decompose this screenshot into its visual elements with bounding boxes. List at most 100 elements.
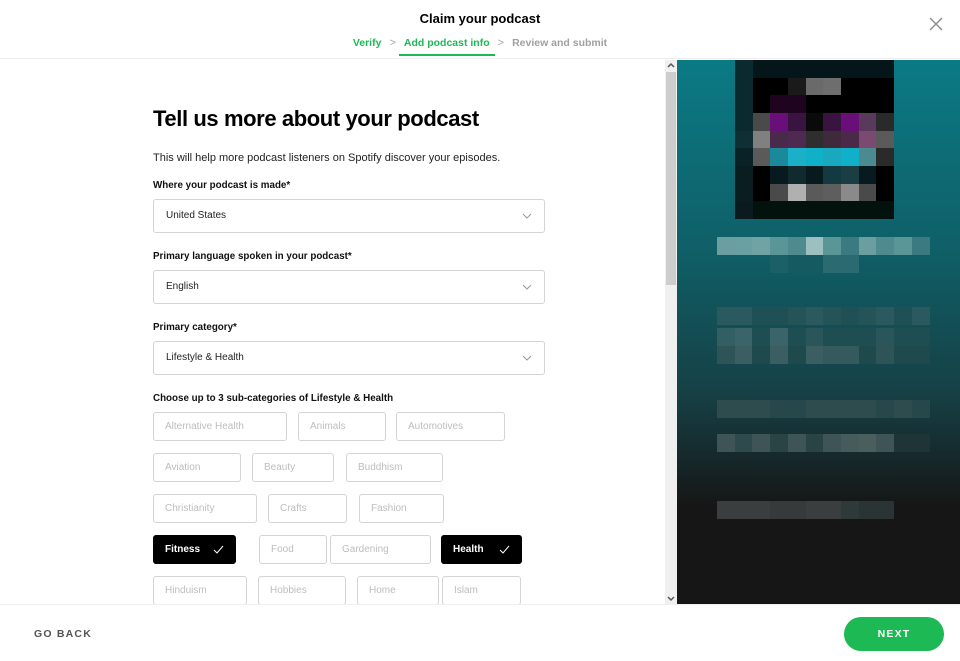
subcategory-chip[interactable]: Health	[441, 535, 522, 564]
cover-pixel	[770, 201, 789, 220]
subcategory-chip-label: Hinduism	[165, 585, 207, 596]
cover-pixel	[823, 77, 842, 96]
cover-pixel	[805, 130, 824, 149]
cover-pixel	[805, 166, 824, 184]
preview-text-blur	[823, 237, 842, 255]
subcategory-chip[interactable]: Animals	[298, 412, 386, 441]
preview-text-blur	[805, 255, 824, 273]
step-review-and-submit: Review and submit	[512, 37, 608, 49]
cover-pixel	[876, 166, 895, 184]
cover-pixel	[770, 60, 789, 78]
podcast-preview-panel	[677, 60, 960, 604]
chevron-down-icon	[522, 284, 532, 290]
cover-pixel	[876, 183, 895, 202]
cover-pixel	[788, 148, 806, 167]
scroll-up-arrow-icon[interactable]	[665, 60, 677, 71]
category-label: Primary category*	[153, 322, 237, 333]
preview-text-blur	[840, 400, 859, 418]
next-button[interactable]: NEXT	[844, 617, 944, 651]
preview-text-blur	[840, 328, 859, 346]
preview-text-blur	[858, 346, 877, 364]
preview-text-blur	[876, 307, 895, 325]
preview-text-blur	[770, 328, 789, 346]
preview-text-blur	[734, 400, 753, 418]
subcategory-chip[interactable]: Alternative Health	[153, 412, 287, 441]
preview-text-blur	[911, 328, 930, 346]
cover-pixel	[770, 113, 789, 131]
preview-text-blur	[840, 237, 859, 255]
preview-text-blur	[911, 307, 930, 325]
subcategory-chip[interactable]: Crafts	[268, 494, 347, 523]
subcategory-chip[interactable]: Hobbies	[258, 576, 346, 604]
preview-text-blur	[752, 434, 771, 452]
subcategory-chip[interactable]: Beauty	[252, 453, 334, 482]
chevron-down-icon	[522, 213, 532, 219]
subcategory-chip[interactable]: Food	[259, 535, 327, 564]
cover-pixel	[805, 201, 824, 220]
category-select[interactable]: Lifestyle & Health	[153, 341, 545, 375]
preview-text-blur	[787, 307, 806, 325]
cover-pixel	[876, 201, 895, 220]
cover-pixel	[823, 95, 842, 114]
preview-text-blur	[805, 237, 824, 255]
subcategory-chip[interactable]: Fashion	[359, 494, 444, 523]
step-add-podcast-info[interactable]: Add podcast info	[398, 37, 495, 56]
preview-text-blur	[770, 346, 789, 364]
subcategory-chip[interactable]: Aviation	[153, 453, 241, 482]
subcategory-chip[interactable]: Buddhism	[346, 453, 443, 482]
subcategory-chip-label: Health	[453, 544, 484, 555]
podcast-cover-image	[735, 60, 895, 220]
cover-pixel	[735, 130, 753, 149]
preview-text-blur	[805, 328, 824, 346]
country-select[interactable]: United States	[153, 199, 545, 233]
cover-pixel	[823, 60, 842, 78]
subcategory-chip[interactable]: Hinduism	[153, 576, 247, 604]
subcategory-chip[interactable]: Fitness	[153, 535, 236, 564]
preview-text-blur	[894, 307, 912, 325]
cover-pixel	[788, 60, 806, 78]
scroll-down-arrow-icon[interactable]	[665, 593, 677, 604]
preview-text-blur	[858, 434, 877, 452]
subcategory-chip-label: Animals	[310, 421, 346, 432]
scrollbar-thumb[interactable]	[666, 72, 676, 285]
cover-pixel	[770, 166, 789, 184]
subcategory-chip[interactable]: Christianity	[153, 494, 257, 523]
preview-text-blur	[876, 400, 895, 418]
preview-text-blur	[858, 307, 877, 325]
preview-text-blur	[894, 346, 912, 364]
preview-text-blur	[717, 400, 735, 418]
subcategory-chip-label: Hobbies	[270, 585, 307, 596]
language-select[interactable]: English	[153, 270, 545, 304]
cover-pixel	[876, 60, 895, 78]
preview-text-blur	[805, 501, 824, 519]
preview-text-blur	[717, 307, 735, 325]
subcategory-chip[interactable]: Islam	[442, 576, 521, 604]
form-scrollbar[interactable]	[665, 60, 677, 604]
cover-pixel	[805, 183, 824, 202]
cover-pixel	[752, 183, 771, 202]
subcategory-chip[interactable]: Automotives	[396, 412, 505, 441]
step-verify[interactable]: Verify	[353, 37, 382, 49]
subcategory-chip-label: Food	[271, 544, 294, 555]
cover-pixel	[841, 60, 859, 78]
close-button[interactable]	[929, 17, 943, 31]
subcategory-chip[interactable]: Gardening	[330, 535, 431, 564]
preview-text-blur	[787, 501, 806, 519]
preview-text-blur	[823, 255, 842, 273]
cover-pixel	[752, 166, 771, 184]
preview-text-blur	[752, 346, 771, 364]
cover-pixel	[858, 60, 877, 78]
subcategory-chip[interactable]: Home	[357, 576, 439, 604]
cover-pixel	[735, 148, 753, 167]
preview-text-blur	[823, 346, 842, 364]
preview-text-blur	[894, 328, 912, 346]
cover-pixel	[770, 95, 789, 114]
preview-text-blur	[858, 400, 877, 418]
cover-pixel	[823, 148, 842, 167]
country-label: Where your podcast is made*	[153, 180, 291, 191]
cover-pixel	[788, 201, 806, 220]
go-back-button[interactable]: GO BACK	[34, 628, 92, 640]
preview-text-blur	[752, 501, 771, 519]
cover-pixel	[823, 183, 842, 202]
preview-text-blur	[717, 346, 735, 364]
